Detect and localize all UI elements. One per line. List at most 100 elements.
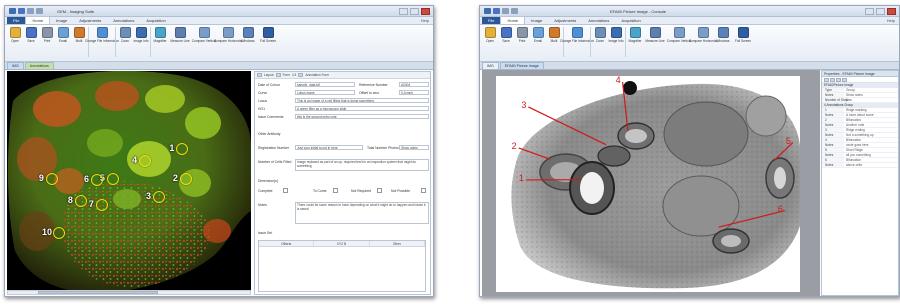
curve-field[interactable]: Lobus mane bbox=[295, 90, 355, 95]
tab-image[interactable]: Image bbox=[50, 17, 73, 24]
quick-undo-icon[interactable] bbox=[502, 8, 509, 14]
compare-vertical-button[interactable]: Compare Vertical bbox=[192, 27, 216, 61]
property-value[interactable]: Ridge ending bbox=[844, 128, 898, 132]
electron-micrograph[interactable]: 1 2 3 4 5 6 bbox=[496, 76, 800, 292]
annotation-number-label[interactable]: 1 bbox=[519, 173, 524, 183]
image-info-button[interactable]: Image Info bbox=[133, 27, 149, 61]
magnifier-button[interactable]: Magnifier bbox=[627, 27, 643, 61]
measure-line-button[interactable]: Measure Line bbox=[643, 27, 667, 61]
save-disk-button[interactable]: Save bbox=[23, 27, 39, 61]
not-required-checkbox[interactable] bbox=[377, 188, 382, 193]
alphabetical-icon[interactable] bbox=[836, 77, 841, 82]
column-header-xyz[interactable]: XYZ B bbox=[314, 241, 370, 246]
property-value[interactable]: circle goes here bbox=[844, 143, 898, 147]
annotation-number-label[interactable]: 4 bbox=[616, 76, 621, 85]
tab-adjustments[interactable]: Adjustments bbox=[73, 17, 107, 24]
quick-redo-icon[interactable] bbox=[36, 8, 43, 14]
tab-file[interactable]: File bbox=[7, 17, 26, 24]
open-folder-button[interactable]: Open bbox=[7, 27, 23, 61]
magnifier-button[interactable]: Magnifier bbox=[152, 27, 168, 61]
annotation-number-label[interactable]: 5 bbox=[786, 136, 791, 146]
tab-image[interactable]: Image bbox=[525, 17, 548, 24]
property-value[interactable]: all you something bbox=[844, 153, 898, 157]
help-link[interactable]: Help bbox=[421, 18, 429, 23]
property-value[interactable]: Short Ridge bbox=[844, 148, 898, 152]
file-info-button[interactable]: Change File Information bbox=[85, 27, 119, 61]
horizontal-scrollbar[interactable] bbox=[7, 290, 251, 295]
tab-home[interactable]: Home bbox=[500, 16, 526, 24]
close-icon[interactable] bbox=[887, 8, 896, 15]
doc-tab-annotations[interactable]: Annotations bbox=[24, 62, 54, 69]
cell-marker-circle[interactable] bbox=[45, 172, 58, 185]
property-value[interactable]: Another note bbox=[844, 123, 898, 127]
multi-image-button[interactable]: Multi bbox=[546, 27, 562, 61]
help-link[interactable]: Help bbox=[887, 18, 895, 23]
to-come-checkbox[interactable] bbox=[333, 188, 338, 193]
close-icon[interactable] bbox=[421, 8, 430, 15]
tab-acquisition[interactable]: Acquisition bbox=[615, 17, 646, 24]
tab-annotations[interactable]: Annotations bbox=[107, 17, 140, 24]
tab-file[interactable]: File bbox=[482, 17, 501, 24]
save-disk-button[interactable]: Save bbox=[498, 27, 514, 61]
file-info-button[interactable]: Change File Information bbox=[560, 27, 594, 61]
locus-field[interactable]: This is an image of a cell filling that … bbox=[295, 98, 429, 103]
layout-label[interactable]: Layout bbox=[264, 73, 274, 77]
windows-button[interactable]: Windows bbox=[240, 27, 256, 61]
quick-undo-icon[interactable] bbox=[27, 8, 34, 14]
annotation-number-label[interactable]: 6 bbox=[778, 204, 783, 214]
annotation-number-label[interactable]: 2 bbox=[512, 141, 517, 151]
compare-vertical-button[interactable]: Compare Vertical bbox=[667, 27, 691, 61]
annotation-number-label[interactable]: 3 bbox=[521, 100, 526, 110]
full-screen-button[interactable]: Full Screen bbox=[256, 27, 280, 61]
tab-adjustments[interactable]: Adjustments bbox=[548, 17, 582, 24]
form-select[interactable]: Annotation Form bbox=[305, 73, 329, 77]
filter-icon[interactable] bbox=[842, 77, 847, 82]
column-header-other[interactable]: Other bbox=[370, 241, 425, 246]
quick-save-icon[interactable] bbox=[493, 8, 500, 14]
windows-button[interactable]: Windows bbox=[715, 27, 731, 61]
form-label[interactable]: Form bbox=[283, 73, 290, 77]
doc-tab-image[interactable]: IMG bbox=[7, 62, 24, 69]
compare-horizontal-button[interactable]: Compare Horizontal bbox=[214, 27, 242, 61]
cell-marker-circle[interactable] bbox=[106, 172, 119, 185]
registration-field[interactable]: Just your initial to put in here bbox=[295, 145, 363, 150]
total-photos-field[interactable]: Show notes bbox=[399, 145, 429, 150]
minimize-icon[interactable] bbox=[399, 8, 408, 15]
print-button[interactable]: Print bbox=[514, 27, 530, 61]
property-value[interactable]: Group bbox=[844, 88, 898, 92]
form-select-icon[interactable] bbox=[298, 73, 304, 77]
ho-field[interactable]: A green filter as a microscopy slide bbox=[295, 106, 429, 111]
property-value[interactable]: Ridge marking bbox=[844, 108, 898, 112]
maximize-icon[interactable] bbox=[410, 8, 419, 15]
offset-field[interactable]: 0.Jcmnh bbox=[399, 90, 429, 95]
print-button[interactable]: Print bbox=[39, 27, 55, 61]
cell-marker-circle[interactable] bbox=[95, 198, 108, 211]
layout-icon[interactable] bbox=[257, 73, 262, 77]
comments-field[interactable]: this is the second entry note bbox=[295, 114, 429, 119]
property-value[interactable]: above cells bbox=[844, 163, 898, 167]
compare-horizontal-button[interactable]: Compare Horizontal bbox=[689, 27, 717, 61]
cell-marker-circle[interactable] bbox=[179, 172, 192, 185]
tab-acquisition[interactable]: Acquisition bbox=[140, 17, 171, 24]
cell-marker-circle[interactable] bbox=[74, 194, 87, 207]
quick-save-icon[interactable] bbox=[18, 8, 25, 14]
full-screen-button[interactable]: Full Screen bbox=[731, 27, 755, 61]
cell-marker-circle[interactable] bbox=[91, 174, 104, 187]
reference-field[interactable]: A0304 bbox=[399, 82, 429, 87]
fluorescence-image[interactable]: 1 2 3 4 5 6 7 8 9 10 bbox=[7, 71, 251, 295]
tab-home[interactable]: Home bbox=[25, 16, 51, 24]
property-value[interactable]: Bifurcation bbox=[844, 118, 898, 122]
zoom-button[interactable]: Zoom bbox=[117, 27, 133, 61]
property-value[interactable]: Bifurcation bbox=[844, 158, 898, 162]
date-field[interactable]: sample_data.tdf bbox=[295, 82, 355, 87]
quick-redo-icon[interactable] bbox=[511, 8, 518, 14]
zoom-button[interactable]: Zoom bbox=[592, 27, 608, 61]
column-header-offsets[interactable]: Offsets bbox=[259, 241, 315, 246]
open-folder-button[interactable]: Open bbox=[482, 27, 498, 61]
property-value[interactable]: Not a something up bbox=[844, 133, 898, 137]
sort-icon[interactable] bbox=[824, 77, 829, 82]
property-value[interactable]: Show notes bbox=[844, 93, 898, 97]
minimize-icon[interactable] bbox=[865, 8, 874, 15]
doc-tab-image[interactable]: IMG bbox=[482, 62, 499, 69]
category-icon[interactable] bbox=[830, 77, 835, 82]
